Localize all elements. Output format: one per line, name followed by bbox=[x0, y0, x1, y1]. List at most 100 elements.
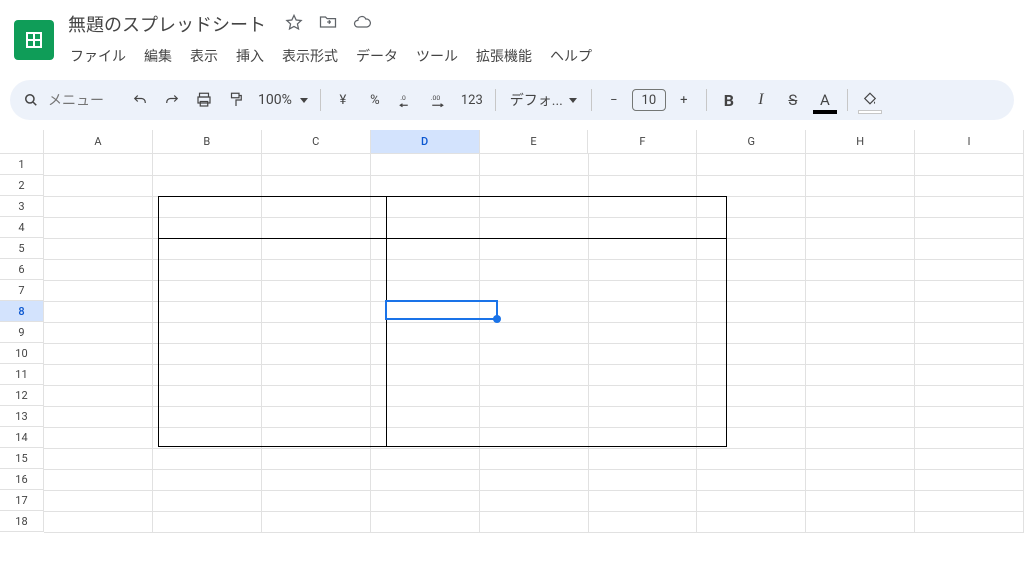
cell-C2[interactable] bbox=[262, 175, 371, 196]
cell-C14[interactable] bbox=[262, 427, 371, 448]
menu-8[interactable]: ヘルプ bbox=[542, 42, 600, 70]
cell-G18[interactable] bbox=[697, 511, 806, 532]
cell-D18[interactable] bbox=[370, 511, 479, 532]
cell-B15[interactable] bbox=[153, 448, 262, 469]
cell-F11[interactable] bbox=[588, 364, 697, 385]
menu-3[interactable]: 挿入 bbox=[228, 42, 272, 70]
cell-G17[interactable] bbox=[697, 490, 806, 511]
cell-G8[interactable] bbox=[697, 301, 806, 322]
cell-B16[interactable] bbox=[153, 469, 262, 490]
cell-C9[interactable] bbox=[262, 322, 371, 343]
cell-G2[interactable] bbox=[697, 175, 806, 196]
cell-G15[interactable] bbox=[697, 448, 806, 469]
select-all-corner[interactable] bbox=[0, 130, 44, 154]
row-header-12[interactable]: 12 bbox=[0, 385, 44, 406]
cell-D2[interactable] bbox=[370, 175, 479, 196]
row-header-3[interactable]: 3 bbox=[0, 196, 44, 217]
cell-G1[interactable] bbox=[697, 154, 806, 175]
cell-F16[interactable] bbox=[588, 469, 697, 490]
cell-D17[interactable] bbox=[370, 490, 479, 511]
cell-E17[interactable] bbox=[479, 490, 588, 511]
increase-font-size-button[interactable]: + bbox=[670, 86, 698, 114]
cell-D5[interactable] bbox=[370, 238, 479, 259]
cell-A10[interactable] bbox=[44, 343, 153, 364]
cell-F8[interactable] bbox=[588, 301, 697, 322]
cell-D1[interactable] bbox=[370, 154, 479, 175]
row-header-1[interactable]: 1 bbox=[0, 154, 44, 175]
currency-button[interactable]: ¥ bbox=[329, 86, 357, 114]
paint-format-button[interactable] bbox=[222, 86, 250, 114]
cell-H12[interactable] bbox=[806, 385, 915, 406]
percent-button[interactable]: % bbox=[361, 86, 389, 114]
cell-H2[interactable] bbox=[806, 175, 915, 196]
cell-I17[interactable] bbox=[915, 490, 1024, 511]
row-header-13[interactable]: 13 bbox=[0, 406, 44, 427]
cell-B11[interactable] bbox=[153, 364, 262, 385]
row-header-18[interactable]: 18 bbox=[0, 511, 44, 532]
cell-A12[interactable] bbox=[44, 385, 153, 406]
cell-G4[interactable] bbox=[697, 217, 806, 238]
row-header-7[interactable]: 7 bbox=[0, 280, 44, 301]
cell-I7[interactable] bbox=[915, 280, 1024, 301]
cell-G10[interactable] bbox=[697, 343, 806, 364]
cell-B6[interactable] bbox=[153, 259, 262, 280]
cell-G6[interactable] bbox=[697, 259, 806, 280]
cell-C15[interactable] bbox=[262, 448, 371, 469]
cell-C16[interactable] bbox=[262, 469, 371, 490]
cell-H3[interactable] bbox=[806, 196, 915, 217]
cell-C4[interactable] bbox=[262, 217, 371, 238]
cell-H10[interactable] bbox=[806, 343, 915, 364]
cell-E2[interactable] bbox=[479, 175, 588, 196]
cell-E7[interactable] bbox=[479, 280, 588, 301]
menu-5[interactable]: データ bbox=[348, 42, 406, 70]
cell-E18[interactable] bbox=[479, 511, 588, 532]
cell-E5[interactable] bbox=[479, 238, 588, 259]
cell-B13[interactable] bbox=[153, 406, 262, 427]
cell-D8[interactable] bbox=[370, 301, 479, 322]
cell-C5[interactable] bbox=[262, 238, 371, 259]
cell-C1[interactable] bbox=[262, 154, 371, 175]
cell-C11[interactable] bbox=[262, 364, 371, 385]
col-header-G[interactable]: G bbox=[697, 130, 806, 154]
cell-A15[interactable] bbox=[44, 448, 153, 469]
cell-B3[interactable] bbox=[153, 196, 262, 217]
cell-G13[interactable] bbox=[697, 406, 806, 427]
menu-6[interactable]: ツール bbox=[408, 42, 466, 70]
cell-D13[interactable] bbox=[370, 406, 479, 427]
cell-C13[interactable] bbox=[262, 406, 371, 427]
increase-decimal-button[interactable]: .00 bbox=[425, 86, 453, 114]
cell-E8[interactable] bbox=[479, 301, 588, 322]
cell-I6[interactable] bbox=[915, 259, 1024, 280]
cell-C17[interactable] bbox=[262, 490, 371, 511]
col-header-A[interactable]: A bbox=[44, 130, 153, 154]
col-header-F[interactable]: F bbox=[588, 130, 697, 154]
strikethrough-button[interactable]: S bbox=[779, 86, 807, 114]
cell-E9[interactable] bbox=[479, 322, 588, 343]
cell-I5[interactable] bbox=[915, 238, 1024, 259]
cell-E16[interactable] bbox=[479, 469, 588, 490]
menu-7[interactable]: 拡張機能 bbox=[468, 42, 540, 70]
cell-C18[interactable] bbox=[262, 511, 371, 532]
undo-button[interactable] bbox=[126, 86, 154, 114]
row-header-5[interactable]: 5 bbox=[0, 238, 44, 259]
cell-A16[interactable] bbox=[44, 469, 153, 490]
cell-A4[interactable] bbox=[44, 217, 153, 238]
cell-E12[interactable] bbox=[479, 385, 588, 406]
cell-C6[interactable] bbox=[262, 259, 371, 280]
cell-F2[interactable] bbox=[588, 175, 697, 196]
cloud-status-icon[interactable] bbox=[352, 12, 372, 36]
cell-I12[interactable] bbox=[915, 385, 1024, 406]
cell-A14[interactable] bbox=[44, 427, 153, 448]
cell-D11[interactable] bbox=[370, 364, 479, 385]
menu-1[interactable]: 編集 bbox=[136, 42, 180, 70]
cell-D10[interactable] bbox=[370, 343, 479, 364]
cell-B7[interactable] bbox=[153, 280, 262, 301]
row-header-11[interactable]: 11 bbox=[0, 364, 44, 385]
cell-F17[interactable] bbox=[588, 490, 697, 511]
fill-color-button[interactable] bbox=[856, 86, 884, 114]
cell-G7[interactable] bbox=[697, 280, 806, 301]
col-header-H[interactable]: H bbox=[806, 130, 915, 154]
cell-F15[interactable] bbox=[588, 448, 697, 469]
cell-I15[interactable] bbox=[915, 448, 1024, 469]
cell-G11[interactable] bbox=[697, 364, 806, 385]
